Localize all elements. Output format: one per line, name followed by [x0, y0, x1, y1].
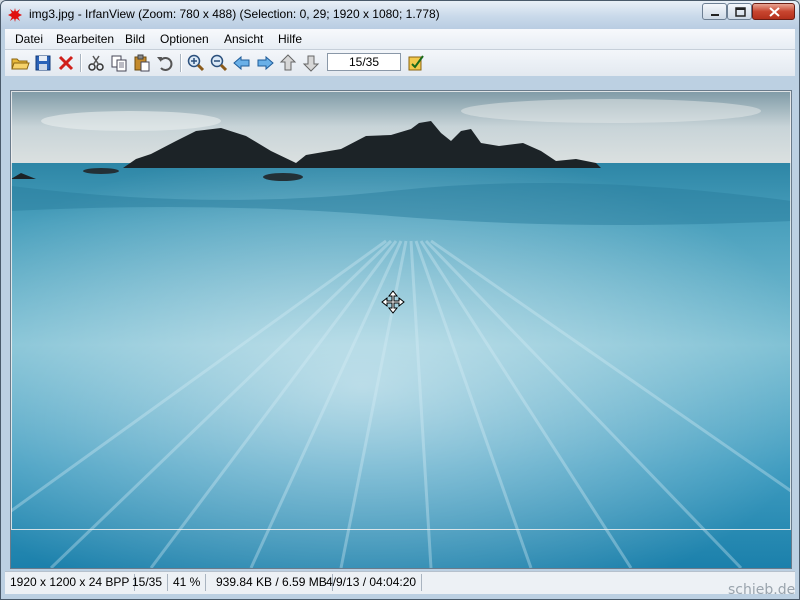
- minimize-button[interactable]: [702, 3, 727, 20]
- minimize-icon: [711, 14, 719, 16]
- save-button[interactable]: [33, 53, 53, 73]
- status-bar: 1920 x 1200 x 24 BPP 15/35 41 % 939.84 K…: [5, 571, 795, 594]
- status-dimensions: 1920 x 1200 x 24 BPP: [5, 574, 136, 591]
- last-page-button[interactable]: [301, 53, 321, 73]
- copy-button[interactable]: [109, 53, 129, 73]
- close-icon: [769, 7, 780, 17]
- zoom-out-icon: [210, 54, 228, 72]
- status-datetime: 4/9/13 / 04:04:20: [321, 574, 423, 591]
- window-title: img3.jpg - IrfanView (Zoom: 780 x 488) (…: [29, 7, 440, 21]
- next-arrow-icon: [257, 55, 274, 71]
- image-canvas: [11, 91, 791, 568]
- maximize-icon: [735, 7, 746, 17]
- zoom-in-button[interactable]: [186, 53, 206, 73]
- delete-button[interactable]: [56, 53, 76, 73]
- title-bar[interactable]: img3.jpg - IrfanView (Zoom: 780 x 488) (…: [1, 1, 799, 29]
- menu-bar: Datei Bearbeiten Bild Optionen Ansicht H…: [5, 29, 795, 50]
- move-cursor-icon: [381, 290, 405, 314]
- watermark-text: schieb.de: [728, 582, 796, 598]
- maximize-button[interactable]: [727, 3, 752, 20]
- copy-icon: [111, 55, 127, 72]
- open-folder-icon: [11, 58, 30, 70]
- delete-icon: [58, 55, 74, 71]
- undo-button[interactable]: [155, 53, 175, 73]
- next-button[interactable]: [255, 53, 275, 73]
- menu-hilfe[interactable]: Hilfe: [278, 32, 302, 46]
- previous-button[interactable]: [232, 53, 252, 73]
- paste-button[interactable]: [132, 53, 152, 73]
- irfanview-window: img3.jpg - IrfanView (Zoom: 780 x 488) (…: [0, 0, 800, 600]
- save-icon: [35, 55, 51, 71]
- properties-button[interactable]: [406, 53, 426, 73]
- properties-icon: [408, 55, 424, 71]
- zoom-in-icon: [187, 54, 205, 72]
- first-page-button[interactable]: [278, 53, 298, 73]
- previous-arrow-icon: [233, 55, 250, 71]
- toolbar: [5, 50, 795, 76]
- menu-ansicht[interactable]: Ansicht: [224, 32, 263, 46]
- toolbar-separator: [180, 54, 182, 72]
- toolbar-separator: [80, 54, 82, 72]
- page-indicator-field[interactable]: [327, 53, 401, 71]
- paste-icon: [134, 54, 150, 72]
- status-zoom: 41 %: [168, 574, 207, 591]
- irfanview-app-icon[interactable]: [7, 7, 23, 23]
- menu-datei[interactable]: Datei: [15, 32, 43, 46]
- cut-button[interactable]: [86, 53, 106, 73]
- zoom-out-button[interactable]: [209, 53, 229, 73]
- menu-bearbeiten[interactable]: Bearbeiten: [56, 32, 114, 46]
- first-page-icon: [279, 54, 297, 71]
- last-page-icon: [302, 55, 320, 72]
- open-button[interactable]: [10, 53, 30, 73]
- status-index: 15/35: [127, 574, 169, 591]
- close-button[interactable]: [752, 3, 795, 20]
- menu-optionen[interactable]: Optionen: [160, 32, 209, 46]
- image-view-area[interactable]: [10, 90, 792, 569]
- undo-icon: [157, 57, 173, 71]
- menu-bild[interactable]: Bild: [125, 32, 145, 46]
- cut-icon: [88, 55, 104, 71]
- status-filesize: 939.84 KB / 6.59 MB: [211, 574, 333, 591]
